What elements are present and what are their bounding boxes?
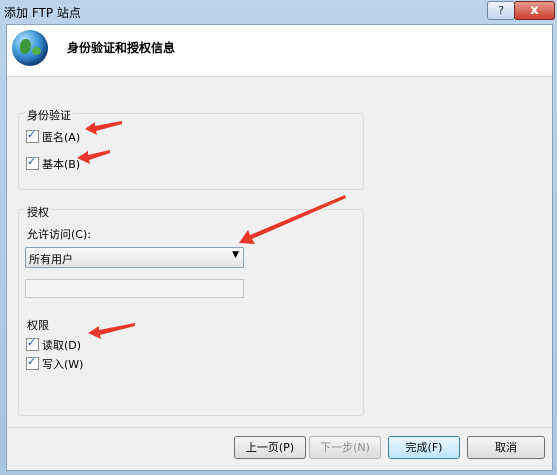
allow-access-value: 所有用户 bbox=[29, 253, 73, 266]
basic-label[interactable]: 基本(B) bbox=[42, 156, 80, 172]
anonymous-checkbox[interactable] bbox=[26, 128, 39, 143]
authorization-group-label: 授权 bbox=[25, 204, 51, 220]
title-bar[interactable]: 添加 FTP 站点 ? x bbox=[0, 0, 557, 24]
chevron-down-icon: ▼ bbox=[232, 250, 239, 260]
dialog-body: 身份验证和授权信息 身份验证 匿名(A) 基本(B) 授权 允许访问(C): 所… bbox=[6, 24, 553, 471]
page-title: 身份验证和授权信息 bbox=[67, 41, 176, 55]
write-checkbox[interactable] bbox=[26, 355, 39, 370]
anonymous-label[interactable]: 匿名(A) bbox=[42, 129, 80, 145]
basic-checkbox[interactable] bbox=[26, 155, 39, 170]
previous-button[interactable]: 上一页(P) bbox=[234, 436, 306, 459]
wizard-header: 身份验证和授权信息 bbox=[7, 25, 552, 77]
permissions-label: 权限 bbox=[27, 319, 49, 332]
help-button[interactable]: ? bbox=[487, 1, 515, 20]
finish-button[interactable]: 完成(F) bbox=[388, 436, 460, 459]
read-label[interactable]: 读取(D) bbox=[42, 337, 81, 353]
allow-access-select[interactable]: 所有用户 ▼ bbox=[25, 247, 244, 268]
close-button[interactable]: x bbox=[514, 1, 555, 20]
globe-icon bbox=[12, 30, 48, 66]
authentication-group-label: 身份验证 bbox=[25, 107, 73, 123]
cancel-button[interactable]: 取消 bbox=[467, 436, 545, 459]
authentication-group bbox=[18, 113, 364, 190]
read-checkbox[interactable] bbox=[26, 336, 39, 351]
footer-divider bbox=[7, 427, 552, 428]
next-button[interactable]: 下一步(N) bbox=[309, 436, 381, 459]
window-title: 添加 FTP 站点 bbox=[4, 6, 81, 20]
add-ftp-site-dialog: 添加 FTP 站点 ? x 身份验证和授权信息 身份验证 匿名(A) 基本(B)… bbox=[0, 0, 557, 475]
write-label[interactable]: 写入(W) bbox=[42, 356, 83, 372]
users-roles-input[interactable] bbox=[25, 279, 244, 298]
allow-access-label: 允许访问(C): bbox=[27, 228, 91, 241]
